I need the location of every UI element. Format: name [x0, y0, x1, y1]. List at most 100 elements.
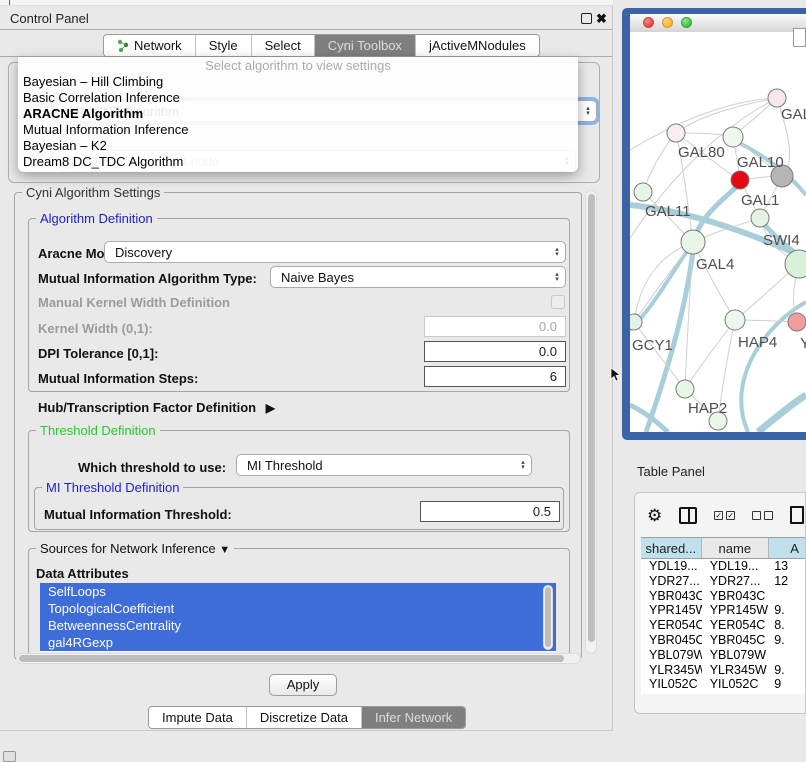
- node-table: shared...nameA YDL19...YDL19...13YDR27..…: [641, 537, 806, 694]
- cyni-settings-legend: Cyni Algorithm Settings: [22, 186, 164, 199]
- attribute-list-item[interactable]: TopologicalCoefficient: [40, 600, 556, 617]
- panel-bottom-border: [0, 730, 613, 731]
- network-window-titlebar[interactable]: [630, 14, 806, 32]
- table-row[interactable]: YDL19...YDL19...13: [641, 559, 806, 574]
- mi-threshold-label: Mutual Information Threshold:: [44, 507, 232, 522]
- network-node-gcy1[interactable]: [630, 314, 642, 330]
- algorithm-definition-legend: Algorithm Definition: [36, 212, 157, 225]
- attributes-list-scrollbar[interactable]: [543, 585, 553, 650]
- gear-icon[interactable]: ⚙: [647, 507, 662, 524]
- mi-threshold-definition-legend: MI Threshold Definition: [42, 481, 183, 494]
- network-corner-box: [793, 28, 806, 47]
- window-edge-tick: [9, 0, 10, 5]
- tab-select[interactable]: Select: [252, 35, 315, 56]
- network-canvas[interactable]: GALGAL80GAL10GAL1GAL11SWI4GAL4HAP4YGCY1H…: [630, 32, 806, 432]
- table-cell: 8.: [769, 618, 806, 633]
- table-cell: YBR045C: [641, 633, 702, 648]
- network-icon: [117, 39, 129, 52]
- network-node-hap4[interactable]: [725, 310, 745, 330]
- table-cell: 9: [769, 677, 806, 692]
- network-node-label: GAL80: [678, 144, 725, 161]
- control-panel-title: Control Panel: [10, 11, 89, 26]
- network-node-label: GAL4: [696, 256, 734, 273]
- table-cell: YDL19...: [641, 559, 702, 574]
- table-row[interactable]: YLR345WYLR345W9.: [641, 663, 806, 678]
- network-node-salmon[interactable]: [788, 313, 806, 331]
- tab-cyni-toolbox[interactable]: Cyni Toolbox: [315, 35, 416, 56]
- control-panel-top-strip: [0, 0, 613, 6]
- attribute-list-item[interactable]: BetweennessCentrality: [40, 617, 556, 634]
- table-row[interactable]: YPR145WYPR145W9.: [641, 603, 806, 618]
- close-panel-icon[interactable]: ✖: [596, 13, 607, 24]
- network-node-gal4[interactable]: [681, 230, 705, 254]
- tab-infer-network[interactable]: Infer Network: [362, 707, 465, 728]
- tab-jactivemnodules[interactable]: jActiveMNodules: [416, 35, 539, 56]
- table-header-row: shared...nameA: [641, 537, 806, 559]
- network-node-gal80[interactable]: [667, 124, 685, 142]
- tab-network[interactable]: Network: [104, 35, 196, 56]
- network-node-swi4[interactable]: [751, 209, 769, 227]
- dpi-tolerance-field[interactable]: 0.0: [424, 341, 566, 362]
- algorithm-option[interactable]: Bayesian – Hill Climbing: [18, 74, 578, 90]
- table-row[interactable]: YBR043CYBR043C: [641, 589, 806, 604]
- table-cell: YBR043C: [641, 589, 702, 604]
- threshold-definition-legend: Threshold Definition: [36, 424, 160, 437]
- apply-button[interactable]: Apply: [269, 674, 337, 696]
- zoom-window-icon[interactable]: [681, 17, 692, 28]
- tab-impute-data[interactable]: Impute Data: [149, 707, 247, 728]
- manual-kernel-width-checkbox[interactable]: [551, 295, 565, 309]
- minimize-window-icon[interactable]: [662, 17, 673, 28]
- sources-legend[interactable]: Sources for Network Inference ▼: [36, 542, 234, 557]
- attribute-list-item[interactable]: gal4RGexp: [40, 634, 556, 651]
- network-node-gal1[interactable]: [731, 171, 749, 189]
- table-cell: YBL079W: [641, 648, 702, 663]
- algorithm-option[interactable]: Bayesian – K2: [18, 138, 578, 154]
- settings-horizontal-scrollbar[interactable]: [16, 653, 581, 664]
- tab-style[interactable]: Style: [196, 35, 252, 56]
- split-view-icon[interactable]: [679, 507, 697, 524]
- table-row[interactable]: YBL079WYBL079W: [641, 648, 806, 663]
- float-panel-icon[interactable]: [581, 13, 592, 24]
- collapsed-corner-widget[interactable]: [3, 751, 16, 762]
- kernel-width-field[interactable]: 0.0: [424, 316, 566, 337]
- settings-vertical-scrollbar[interactable]: [585, 190, 597, 654]
- table-column-header[interactable]: shared...: [641, 538, 702, 558]
- close-window-icon[interactable]: [643, 17, 654, 28]
- network-node-gal-top[interactable]: [768, 89, 786, 107]
- network-node-label: HAP4: [738, 334, 777, 351]
- network-node-hap2[interactable]: [676, 380, 694, 398]
- network-node-gal10[interactable]: [723, 127, 743, 147]
- aracne-mode-combobox[interactable]: Discovery ▴▾: [104, 241, 566, 263]
- tab-label: Select: [265, 38, 301, 53]
- algorithm-option[interactable]: ARACNE Algorithm: [18, 106, 578, 122]
- table-row[interactable]: YER054CYER054C8.: [641, 618, 806, 633]
- tab-label: Infer Network: [375, 710, 452, 725]
- mi-steps-field[interactable]: 6: [424, 366, 566, 387]
- table-row[interactable]: YDR27...YDR27...12: [641, 574, 806, 589]
- collapse-arrow-icon: ▼: [219, 544, 230, 556]
- attribute-list-item[interactable]: SelfLoops: [40, 583, 556, 600]
- table-row[interactable]: YBR045CYBR045C9.: [641, 633, 806, 648]
- mi-algorithm-type-combobox[interactable]: Naive Bayes ▴▾: [270, 266, 566, 288]
- export-table-icon[interactable]: [790, 506, 804, 524]
- mi-threshold-field[interactable]: 0.5: [420, 501, 560, 522]
- tab-discretize-data[interactable]: Discretize Data: [247, 707, 362, 728]
- data-attributes-list[interactable]: SelfLoopsTopologicalCoefficientBetweenne…: [40, 583, 556, 652]
- tab-label: Network: [134, 38, 182, 53]
- hub-tf-definition-expander[interactable]: Hub/Transcription Factor Definition ▶: [38, 400, 275, 415]
- deselect-all-columns-icon[interactable]: [752, 511, 773, 520]
- algorithm-option[interactable]: Mutual Information Inference: [18, 122, 578, 138]
- table-cell: [769, 589, 806, 604]
- algorithm-option[interactable]: Dream8 DC_TDC Algorithm: [18, 154, 578, 170]
- which-threshold-combobox[interactable]: MI Threshold ▴▾: [236, 454, 532, 476]
- table-column-header[interactable]: A: [769, 538, 806, 558]
- stepper-arrows-icon: ▴▾: [549, 247, 565, 257]
- algorithm-option[interactable]: Basic Correlation Inference: [18, 90, 578, 106]
- table-column-header[interactable]: name: [702, 538, 769, 558]
- table-cell: YDR27...: [641, 574, 702, 589]
- table-row[interactable]: YIL052CYIL052C9: [641, 677, 806, 692]
- select-all-columns-icon[interactable]: ✓✓: [714, 511, 735, 520]
- which-threshold-value: MI Threshold: [237, 458, 515, 473]
- network-node-gal11[interactable]: [634, 183, 652, 201]
- titlebar-divider: [0, 29, 613, 30]
